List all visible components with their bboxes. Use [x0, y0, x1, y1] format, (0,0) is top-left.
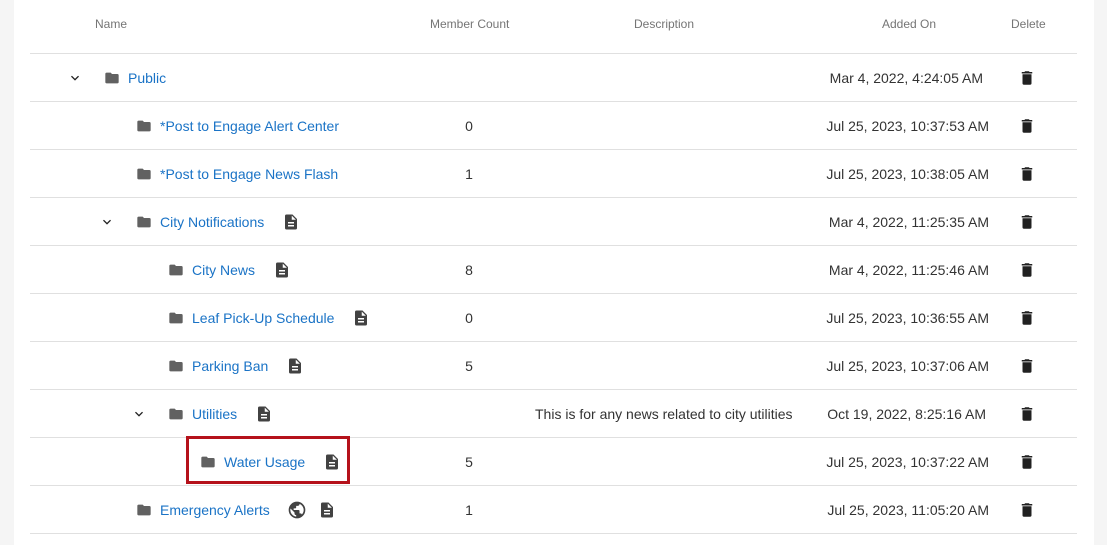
- folder-icon: [136, 214, 152, 230]
- groups-table: Name Member Count Description Added On D…: [14, 0, 1094, 545]
- added-on-date: Mar 4, 2022, 11:25:35 AM: [828, 213, 989, 230]
- table-header: Name Member Count Description Added On D…: [30, 0, 1077, 54]
- folder-icon: [168, 358, 184, 374]
- added-on-date: Jul 25, 2023, 10:37:06 AM: [826, 357, 989, 374]
- document-icon[interactable]: [316, 499, 338, 521]
- group-name-link[interactable]: Public: [128, 70, 166, 86]
- member-count: 5: [465, 357, 473, 374]
- table-row: Utilities This is for any news related t…: [30, 390, 1077, 438]
- member-count: 5: [465, 453, 473, 470]
- added-on-date: Jul 25, 2023, 10:36:55 AM: [826, 309, 989, 326]
- chevron-down-icon[interactable]: [63, 66, 87, 90]
- column-header-added-on[interactable]: Added On: [882, 17, 936, 31]
- document-icon[interactable]: [271, 259, 293, 281]
- table-row: Water Usage 5 Jul 25, 2023, 10:37:22 AM: [30, 438, 1077, 486]
- table-row: Emergency Alerts 1 Jul 25, 2023, 11:05:2…: [30, 486, 1077, 534]
- member-count: 0: [465, 309, 473, 326]
- group-description: This is for any news related to city uti…: [535, 405, 793, 422]
- chevron-down-icon[interactable]: [95, 210, 119, 234]
- trash-icon[interactable]: [1015, 498, 1039, 522]
- added-on-date: Jul 25, 2023, 10:38:05 AM: [826, 165, 989, 182]
- folder-icon: [136, 118, 152, 134]
- group-name-link[interactable]: Parking Ban: [192, 358, 268, 374]
- added-on-date: Mar 4, 2022, 4:24:05 AM: [829, 69, 983, 86]
- folder-icon: [168, 262, 184, 278]
- document-icon[interactable]: [253, 403, 275, 425]
- document-icon[interactable]: [321, 451, 343, 473]
- group-name-link[interactable]: *Post to Engage Alert Center: [160, 118, 339, 134]
- added-on-date: Oct 19, 2022, 8:25:16 AM: [827, 405, 986, 422]
- table-row: *Post to Engage Alert Center 0 Jul 25, 2…: [30, 102, 1077, 150]
- member-count: [434, 198, 504, 245]
- member-count: [434, 54, 504, 101]
- table-row: Public Mar 4, 2022, 4:24:05 AM: [30, 54, 1077, 102]
- trash-icon[interactable]: [1015, 258, 1039, 282]
- trash-icon[interactable]: [1015, 66, 1039, 90]
- added-on-date: Mar 4, 2022, 11:25:46 AM: [828, 261, 989, 278]
- document-icon[interactable]: [280, 211, 302, 233]
- trash-icon[interactable]: [1015, 450, 1039, 474]
- group-name-link[interactable]: Utilities: [192, 406, 237, 422]
- member-count: 1: [465, 501, 473, 518]
- added-on-date: Jul 25, 2023, 10:37:53 AM: [826, 117, 989, 134]
- table-row: *Post to Engage News Flash 1 Jul 25, 202…: [30, 150, 1077, 198]
- folder-icon: [168, 406, 184, 422]
- group-name-link[interactable]: City Notifications: [160, 214, 264, 230]
- table-row: City Notifications Mar 4, 2022, 11:25:35…: [30, 198, 1077, 246]
- group-name-link[interactable]: Leaf Pick-Up Schedule: [192, 310, 334, 326]
- member-count: [434, 390, 504, 437]
- document-icon[interactable]: [284, 355, 306, 377]
- folder-icon: [104, 70, 120, 86]
- group-name-link[interactable]: *Post to Engage News Flash: [160, 166, 338, 182]
- member-count: 0: [465, 117, 473, 134]
- trash-icon[interactable]: [1015, 354, 1039, 378]
- added-on-date: Jul 25, 2023, 11:05:20 AM: [827, 501, 989, 518]
- document-icon[interactable]: [350, 307, 372, 329]
- folder-icon: [136, 166, 152, 182]
- member-count: 8: [465, 261, 473, 278]
- trash-icon[interactable]: [1015, 114, 1039, 138]
- folder-icon: [200, 454, 216, 470]
- table-row: Parking Ban 5 Jul 25, 2023, 10:37:06 AM: [30, 342, 1077, 390]
- globe-icon[interactable]: [286, 499, 308, 521]
- chevron-down-icon[interactable]: [127, 402, 151, 426]
- trash-icon[interactable]: [1015, 162, 1039, 186]
- column-header-delete: Delete: [1011, 17, 1046, 31]
- table-row: City News 8 Mar 4, 2022, 11:25:46 AM: [30, 246, 1077, 294]
- group-name-link[interactable]: City News: [192, 262, 255, 278]
- trash-icon[interactable]: [1015, 210, 1039, 234]
- table-row: Leaf Pick-Up Schedule 0 Jul 25, 2023, 10…: [30, 294, 1077, 342]
- column-header-name[interactable]: Name: [95, 17, 127, 31]
- added-on-date: Jul 25, 2023, 10:37:22 AM: [826, 453, 989, 470]
- group-name-link[interactable]: Water Usage: [224, 454, 305, 470]
- trash-icon[interactable]: [1015, 306, 1039, 330]
- trash-icon[interactable]: [1015, 402, 1039, 426]
- folder-icon: [168, 310, 184, 326]
- group-name-link[interactable]: Emergency Alerts: [160, 502, 270, 518]
- member-count: 1: [465, 165, 473, 182]
- column-header-description[interactable]: Description: [634, 17, 694, 31]
- column-header-member-count[interactable]: Member Count: [430, 17, 509, 31]
- folder-icon: [136, 502, 152, 518]
